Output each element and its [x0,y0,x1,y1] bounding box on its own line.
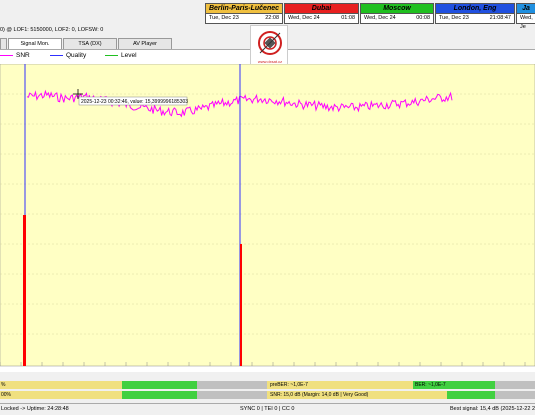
red-spike-2 [240,244,242,366]
world-clock-berlin: Berlin-Paris-Lučenec Tue, Dec 23 22:08 [205,3,283,24]
clock-zone: Dubai [285,4,358,14]
clock-zone: London, Eng [436,4,514,14]
bar-seg-green [122,391,197,399]
signal-plot[interactable]: 2025-12-23 00:32:46, value: 15,399999618… [0,64,535,372]
dxsat-logo: www.dxsat.cz [250,25,288,67]
clock-date: Wed, Dec 24 [288,15,320,21]
bar-seg-yellow [0,381,122,389]
status-lock: Locked -> Uptime: 24:28:48 [1,406,69,412]
bar-seg-yellow [0,391,122,399]
bar-seg-green [122,381,197,389]
legend-swatch [50,54,63,57]
tooltip-text: 2025-12-23 00:32:46, value: 15,399999618… [81,99,188,105]
snr-status-label: SNR: 15,0 dB (Margin: 14,0 dB | Very Goo… [270,392,369,398]
bar-row-2: 00% SNR: 15,0 dB (Margin: 14,0 dB | Very… [0,391,535,399]
tab-av-player[interactable]: AV Player [118,38,172,49]
bar-seg-gray [197,391,267,399]
bar-seg-green [447,391,495,399]
tab-tsa-dx[interactable]: TSA (DX) [63,38,117,49]
red-spike-1 [23,215,26,366]
lof-info: 0) @ LOF1: 5150000, LOF2: 0, LOFSW: 0 [0,27,104,33]
legend-label: Quality [66,52,87,59]
clock-time: 22:08 [265,15,279,21]
status-best-signal: Best signal: 15,4 dB (2025-12-22 23 [450,406,535,412]
legend-swatch [0,54,13,57]
tab-bar: Signal Mon. TSA (DX) AV Player [0,38,240,50]
world-clock-japan: Ja Wed, Je [516,3,535,30]
world-clock-moscow: Moscow Wed, Dec 24 00:08 [360,3,434,24]
chart-legend: SNR Quality Level [0,52,200,64]
bar-row-1: % preBER: ~1,0E-7 BER: ~1,0E-7 [0,381,535,389]
legend-swatch [105,54,118,57]
clock-date: Wed, Je [520,15,533,30]
bar-seg-gray [197,381,267,389]
bar-seg-gray [495,391,535,399]
legend-item-snr: SNR [0,52,30,59]
legend-item-level: Level [105,52,137,59]
bar-row-2-label: 00% [1,392,12,398]
clock-date: Tue, Dec 23 [439,15,469,21]
clock-zone: Berlin-Paris-Lučenec [206,4,282,14]
bar-seg-gray [495,381,535,389]
plot-background [0,64,535,367]
clock-time: 21:08:47 [489,15,511,21]
bar-row-1-label: % [1,382,6,388]
legend-label: Level [121,52,137,59]
clock-time: 00:08 [416,15,430,21]
ber-label: BER: ~1,0E-7 [415,382,446,388]
clock-time: 01:08 [341,15,355,21]
status-sync: SYNC 0 | TEI 0 | CC 0 [240,406,295,412]
clock-date: Wed, Dec 24 [364,15,396,21]
status-bar: Locked -> Uptime: 24:28:48 SYNC 0 | TEI … [0,403,535,415]
clock-zone: Moscow [361,4,433,14]
world-clock-london: London, Eng Tue, Dec 23 21:08:47 [435,3,515,24]
legend-item-quality: Quality [50,52,86,59]
world-clock-dubai: Dubai Wed, Dec 24 01:08 [284,3,359,24]
clock-zone: Ja [517,4,535,14]
clock-date: Tue, Dec 23 [209,15,239,21]
tab-hidden[interactable] [0,38,7,49]
top-toolbar: Berlin-Paris-Lučenec Tue, Dec 23 22:08 Du… [0,0,535,30]
signal-bars: % preBER: ~1,0E-7 BER: ~1,0E-7 00% SNR: … [0,378,535,402]
preber-label: preBER: ~1,0E-7 [270,382,308,388]
legend-label: SNR [16,52,30,59]
